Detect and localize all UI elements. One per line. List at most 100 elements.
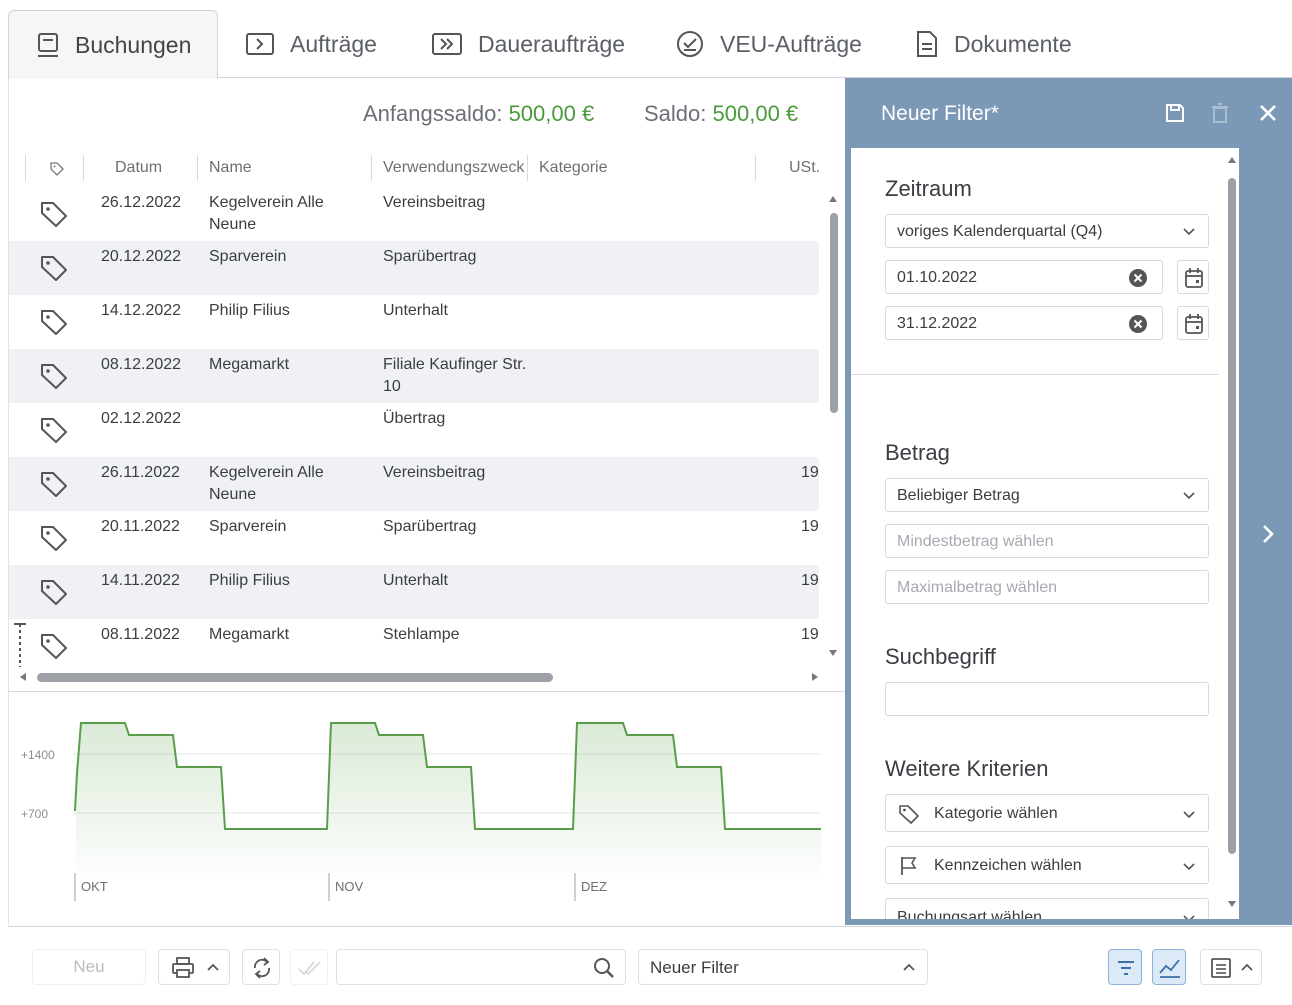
line-chart-icon <box>1159 959 1180 978</box>
close-icon[interactable] <box>1259 104 1277 122</box>
tab-auftraege[interactable]: Aufträge <box>218 10 398 78</box>
mark-read-button[interactable] <box>290 949 328 985</box>
scroll-right-arrow-icon[interactable] <box>811 672 819 682</box>
scroll-up-arrow-icon[interactable] <box>1227 156 1237 164</box>
filter-panel-body: Zeitraum voriges Kalenderquartal (Q4) 01… <box>851 148 1239 919</box>
table-row[interactable]: 14.11.2022 Philip Filius Unterhalt 19 <box>9 565 819 619</box>
tag-icon[interactable] <box>39 307 69 337</box>
max-amount-placeholder: Maximalbetrag wählen <box>897 579 1058 596</box>
tag-icon[interactable] <box>39 631 69 661</box>
date-from-field[interactable]: 01.10.2022 <box>885 260 1163 294</box>
max-amount-input[interactable]: Maximalbetrag wählen <box>885 570 1209 604</box>
table-horizontal-scrollbar[interactable] <box>19 669 819 683</box>
cell-ust: 19 <box>801 626 819 643</box>
printer-icon <box>172 957 194 978</box>
tag-icon[interactable] <box>39 199 69 229</box>
flag-icon <box>901 857 917 875</box>
tab-label: Buchungen <box>75 31 192 58</box>
scroll-left-arrow-icon[interactable] <box>19 672 27 682</box>
date-from-value: 01.10.2022 <box>897 269 978 286</box>
tab-dokumente[interactable]: Dokumente <box>888 10 1088 78</box>
scrollbar-thumb[interactable] <box>830 213 838 413</box>
cell-name: Kegelverein Alle Neune <box>209 464 324 503</box>
cell-name: Sparverein <box>209 248 287 265</box>
cell-purpose: Vereinsbeitrag <box>383 194 486 211</box>
booking-type-select[interactable]: Buchungsart wählen <box>885 898 1209 919</box>
table-row[interactable]: 14.12.2022 Philip Filius Unterhalt <box>9 295 819 349</box>
period-select[interactable]: voriges Kalenderquartal (Q4) <box>885 214 1209 248</box>
table-row[interactable]: 08.12.2022 Megamarkt Filiale Kaufinger S… <box>9 349 819 403</box>
table-row[interactable]: 02.12.2022 Übertrag <box>9 403 819 457</box>
clear-icon[interactable] <box>1128 268 1148 288</box>
column-header-datum[interactable]: Datum <box>115 159 162 177</box>
date-to-value: 31.12.2022 <box>897 315 978 332</box>
amount-mode-select[interactable]: Beliebiger Betrag <box>885 478 1209 512</box>
search-term-input[interactable] <box>885 682 1209 716</box>
chevron-down-icon <box>1183 492 1195 500</box>
filter-toggle-button[interactable] <box>1108 949 1142 985</box>
cell-name: Kegelverein Alle Neune <box>209 194 324 233</box>
scroll-down-arrow-icon[interactable] <box>1227 900 1237 908</box>
table-row[interactable]: 26.12.2022 Kegelverein Alle Neune Verein… <box>9 187 819 241</box>
column-header-verwendungszweck[interactable]: Verwendungszweck <box>383 159 527 177</box>
sync-button[interactable] <box>242 949 280 985</box>
tag-icon[interactable] <box>39 361 69 391</box>
print-button[interactable] <box>158 949 230 985</box>
tab-bar: Buchungen Aufträge Daueraufträge VEU-Auf… <box>8 8 1292 80</box>
scroll-down-arrow-icon[interactable] <box>828 649 838 657</box>
sync-icon <box>254 957 270 979</box>
cell-date: 20.12.2022 <box>101 248 182 265</box>
check-circle-icon <box>677 31 703 57</box>
cell-purpose: Vereinsbeitrag <box>383 464 486 481</box>
chevron-up-icon <box>207 963 219 971</box>
table-row[interactable]: 08.11.2022 Megamarkt Stehlampe 19 <box>9 619 819 673</box>
tag-icon[interactable] <box>39 415 69 445</box>
chevron-right-icon[interactable] <box>1261 524 1275 544</box>
flag-select[interactable]: Kennzeichen wählen <box>885 846 1209 884</box>
save-icon[interactable] <box>1165 103 1185 123</box>
row-resize-handle-icon[interactable] <box>13 623 27 667</box>
balance-label: Saldo: <box>644 101 707 126</box>
cell-date: 14.11.2022 <box>101 572 180 589</box>
tab-label: Aufträge <box>290 30 377 57</box>
scrollbar-thumb[interactable] <box>1228 178 1236 854</box>
table-row[interactable]: 26.11.2022 Kegelverein Alle Neune Verein… <box>9 457 819 511</box>
date-from-calendar-button[interactable] <box>1177 260 1209 294</box>
table-row[interactable]: 20.12.2022 Sparverein Sparübertrag <box>9 241 819 295</box>
category-select[interactable]: Kategorie wählen <box>885 794 1209 832</box>
tag-icon[interactable] <box>39 253 69 283</box>
tag-icon[interactable] <box>39 577 69 607</box>
tag-icon[interactable] <box>39 523 69 553</box>
tab-dauerauftraege[interactable]: Daueraufträge <box>404 10 644 78</box>
column-header-name[interactable]: Name <box>209 159 252 177</box>
period-value: voriges Kalenderquartal (Q4) <box>897 223 1103 240</box>
tag-icon[interactable] <box>39 469 69 499</box>
y-tick-label: +700 <box>21 807 48 821</box>
booking-type-value: Buchungsart wählen <box>897 909 1042 919</box>
table-vertical-scrollbar[interactable] <box>827 187 839 657</box>
view-options-button[interactable] <box>1200 949 1262 985</box>
tab-veu-auftraege[interactable]: VEU-Aufträge <box>648 10 888 78</box>
tab-buchungen[interactable]: Buchungen <box>8 10 218 80</box>
filter-panel-scrollbar[interactable] <box>1225 148 1239 919</box>
date-to-calendar-button[interactable] <box>1177 306 1209 340</box>
column-header-ust[interactable]: USt. <box>789 159 820 177</box>
column-header-kategorie[interactable]: Kategorie <box>539 159 608 177</box>
filter-select[interactable]: Neuer Filter <box>638 949 928 985</box>
scroll-up-arrow-icon[interactable] <box>828 195 838 203</box>
start-balance-value: 500,00 € <box>508 101 595 126</box>
date-to-field[interactable]: 31.12.2022 <box>885 306 1163 340</box>
y-tick-label: +1400 <box>21 748 55 762</box>
chart-toggle-button[interactable] <box>1152 949 1186 985</box>
tab-label: Dokumente <box>954 30 1072 57</box>
min-amount-input[interactable]: Mindestbetrag wählen <box>885 524 1209 558</box>
document-icon <box>917 31 937 57</box>
search-input[interactable] <box>336 949 626 985</box>
search-icon[interactable] <box>593 957 615 979</box>
table-row[interactable]: 20.11.2022 Sparverein Sparübertrag 19 <box>9 511 819 565</box>
tag-column-icon[interactable] <box>49 161 65 177</box>
trash-icon[interactable] <box>1211 103 1229 123</box>
scrollbar-thumb[interactable] <box>37 673 553 682</box>
clear-icon[interactable] <box>1128 314 1148 334</box>
new-button[interactable]: Neu <box>32 949 146 985</box>
